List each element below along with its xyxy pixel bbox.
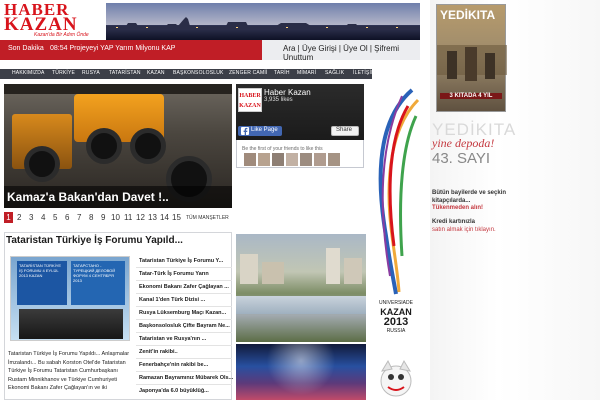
- pager-page-11[interactable]: 11: [124, 213, 132, 222]
- nav-item-mimari[interactable]: MİMARİ: [297, 70, 316, 76]
- header-banner-image: [106, 3, 420, 41]
- pager-page-15[interactable]: 15: [172, 213, 181, 222]
- featured-story-image[interactable]: TATARİSTAN TÜRKİYE İŞ FORUMU 4 EYLÜL 201…: [10, 256, 130, 341]
- nav-item-iletisim[interactable]: İLETİŞİM: [353, 70, 375, 76]
- ad-availability-text: Bütün bayilerde ve seçkin kitapçılarda..…: [432, 190, 507, 204]
- pager-page-5[interactable]: 5: [53, 213, 57, 222]
- universiade-country: RUSSIA: [386, 328, 406, 334]
- nav-item-saglik[interactable]: SAĞLIK: [325, 70, 344, 76]
- friend-avatar[interactable]: [272, 153, 284, 166]
- all-headlines-link[interactable]: TÜM MANŞETLER: [186, 215, 229, 221]
- facebook-friends-text: Be the first of your friends to like thi…: [242, 146, 323, 152]
- story-image-caption-left: TATARİSTAN TÜRKİYE İŞ FORUMU 4 EYLÜL 201…: [19, 263, 62, 278]
- facebook-avatar-line1: HABER: [239, 93, 261, 99]
- nav-item-baskonsolosluk[interactable]: BAŞKONSOLOSLUK: [173, 70, 224, 76]
- site-logo[interactable]: HABER KAZAN Kazan'da Bir Adım Önde: [4, 1, 104, 40]
- pager-page-7[interactable]: 7: [77, 213, 81, 222]
- featured-story-excerpt: Tataristan Türkiye İş Forumu Yapıldı... …: [8, 351, 130, 391]
- logo-line2: KAZAN: [4, 14, 78, 35]
- facebook-icon: [241, 127, 249, 135]
- pager-page-4[interactable]: 4: [41, 213, 45, 222]
- list-divider: [136, 332, 232, 333]
- universiade-year: 2013: [383, 316, 409, 328]
- breaking-news-link[interactable]: 08:54 Projeyeyi YAP Yarım Milyonu KAP: [50, 45, 175, 52]
- nav-item-hakkimizda[interactable]: HAKKIMIZDA: [12, 70, 45, 76]
- friend-avatar[interactable]: [300, 153, 312, 166]
- pager-page-6[interactable]: 6: [65, 213, 69, 222]
- nav-item-rusya[interactable]: RUSYA: [82, 70, 100, 76]
- universiade-mascot-image: [380, 359, 412, 397]
- ad-issue-number: 43. SAYI: [432, 150, 491, 167]
- ad-credit-card-text: Kredi kartınızla: [432, 219, 476, 225]
- news-link-item[interactable]: Fenerbahçe'nin rakibi be...: [139, 362, 208, 368]
- universiade-kazan-block: KAZAN 2013 RUSSIA: [376, 308, 416, 335]
- facebook-share-label[interactable]: Share: [336, 127, 352, 133]
- nav-item-zenger-camii[interactable]: ZENGER CAMİİ: [229, 70, 268, 76]
- list-divider: [136, 371, 232, 372]
- auth-links[interactable]: Ara | Üye Girişi | Üye Ol | Şifremi Unut…: [283, 44, 423, 62]
- ad-call-to-action[interactable]: Tükenmeden alın!: [432, 205, 483, 211]
- pager-page-10[interactable]: 10: [111, 213, 120, 222]
- friend-avatar[interactable]: [328, 153, 340, 166]
- facebook-avatar-line2: KAZAN: [239, 103, 261, 109]
- news-link-item[interactable]: Tataristan ve Rusya'nın ...: [139, 336, 206, 342]
- facebook-like-count: 3,935 likes: [264, 97, 293, 103]
- news-link-item[interactable]: Tatar-Türk İş Forumu Yarın: [139, 271, 209, 277]
- facebook-like-label[interactable]: Like Page: [251, 127, 278, 133]
- breaking-news-label: Son Dakika: [8, 45, 44, 52]
- news-link-item[interactable]: Kanal 1'den Türk Dizisi ...: [139, 297, 205, 303]
- news-link-item[interactable]: Rusya Lüksemburg Maçı Kazan...: [139, 310, 226, 316]
- nav-item-kazan[interactable]: KAZAN: [147, 70, 165, 76]
- ceremony-photo[interactable]: [236, 344, 366, 400]
- pager-page-1[interactable]: 1: [4, 212, 13, 223]
- pager-page-3[interactable]: 3: [29, 213, 33, 222]
- pager-page-12[interactable]: 12: [136, 213, 145, 222]
- list-divider: [136, 280, 232, 281]
- pager-page-13[interactable]: 13: [148, 213, 157, 222]
- universiade-swoosh-logo[interactable]: [372, 86, 422, 296]
- list-divider: [136, 345, 232, 346]
- story-image-caption-right: ТАТАРСТАНО - ТУРЕЦКИЙ ДЕЛОВОЙ ФОРУМ 4 СЕ…: [73, 263, 116, 283]
- list-divider: [136, 267, 232, 268]
- ad-slogan: yine depoda!: [432, 136, 495, 150]
- universiade-label: UNIVERSIADE: [379, 300, 413, 306]
- magazine-cover-subtitle: 3 KITADA 4 YIL: [440, 93, 502, 99]
- friend-avatar[interactable]: [244, 153, 256, 166]
- pager-page-8[interactable]: 8: [89, 213, 93, 222]
- facebook-page-avatar[interactable]: HABER KAZAN: [238, 88, 262, 112]
- news-link-item[interactable]: Ekonomi Bakanı Zafer Çağlayan ...: [139, 284, 229, 290]
- news-link-item[interactable]: Tataristan Türkiye İş Forumu Y...: [139, 258, 223, 264]
- friend-avatar[interactable]: [286, 153, 298, 166]
- friend-avatar[interactable]: [258, 153, 270, 166]
- pager-page-2[interactable]: 2: [17, 213, 21, 222]
- list-divider: [136, 384, 232, 385]
- list-divider: [136, 306, 232, 307]
- nav-item-tataristan[interactable]: TATARİSTAN: [109, 70, 141, 76]
- nav-item-tarih[interactable]: TARİH: [274, 70, 290, 76]
- slider-headline[interactable]: Kamaz'a Bakan'dan Davet !..: [7, 190, 169, 204]
- news-link-item[interactable]: Zenit'in rakibi..: [139, 349, 178, 355]
- magazine-cover-title: YEDİKITA: [440, 8, 496, 22]
- featured-story-title[interactable]: Tataristan Türkiye İş Forumu Yapıld...: [6, 235, 183, 246]
- news-link-item[interactable]: Ramazan Bayramınız Mübarek Ols...: [139, 375, 233, 381]
- pager-page-9[interactable]: 9: [101, 213, 105, 222]
- news-link-item[interactable]: Japonya'da 6.0 büyüklüğ...: [139, 388, 209, 394]
- list-divider: [136, 293, 232, 294]
- friend-avatar[interactable]: [314, 153, 326, 166]
- facebook-page-name[interactable]: Haber Kazan: [264, 88, 311, 97]
- list-divider: [136, 319, 232, 320]
- pager-page-14[interactable]: 14: [160, 213, 169, 222]
- page: HABER KAZAN Kazan'da Bir Adım Önde Son D…: [0, 0, 600, 400]
- nav-item-turkiye[interactable]: TÜRKİYE: [52, 70, 75, 76]
- news-link-item[interactable]: Başkonsolosluk Çifte Bayram Ne...: [139, 323, 230, 329]
- list-divider: [136, 358, 232, 359]
- ad-buy-link[interactable]: satın almak için tıklayın.: [432, 227, 496, 233]
- kazan-city-photo[interactable]: [236, 234, 366, 342]
